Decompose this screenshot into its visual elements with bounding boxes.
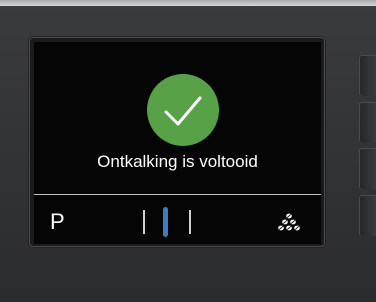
softkey-divider bbox=[34, 194, 321, 195]
position-indicator-left-mark bbox=[143, 210, 145, 234]
side-button-3[interactable] bbox=[359, 148, 376, 189]
side-button-2[interactable] bbox=[359, 102, 376, 143]
position-indicator-icon[interactable] bbox=[163, 207, 168, 237]
position-indicator-right-mark bbox=[189, 210, 191, 234]
softkey-p-label[interactable]: P bbox=[50, 210, 70, 234]
status-message: Ontkalking is voltooid bbox=[97, 152, 258, 171]
side-button-1[interactable] bbox=[359, 55, 376, 96]
coffee-beans-icon[interactable] bbox=[278, 212, 300, 232]
side-button-4[interactable] bbox=[359, 195, 376, 236]
checkmark-icon bbox=[147, 74, 219, 146]
